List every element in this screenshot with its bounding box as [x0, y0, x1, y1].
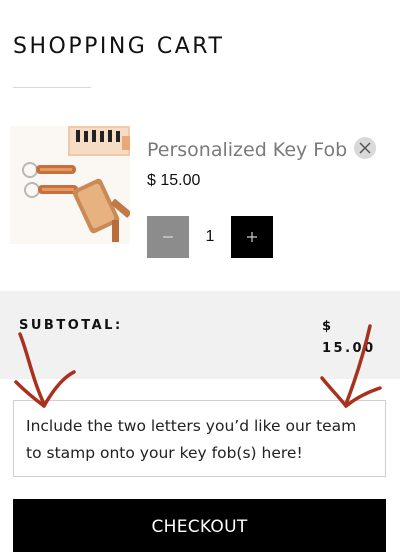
checkout-button[interactable]: CHECKOUT — [13, 499, 386, 552]
product-image[interactable] — [10, 126, 130, 244]
subtotal-amount: $ 15.00 — [322, 316, 382, 360]
subtotal-value: 15.00 — [322, 341, 376, 356]
subtotal-currency: $ — [322, 319, 334, 334]
key-fob-product-photo-icon — [22, 126, 130, 242]
cart-note-text: Include the two letters you’d like our t… — [26, 417, 357, 462]
quantity-increase-button[interactable] — [231, 216, 273, 258]
checkout-label: CHECKOUT — [151, 517, 248, 537]
remove-item-button[interactable] — [354, 137, 376, 159]
plus-icon — [247, 232, 257, 242]
subtotal-label: SUBTOTAL: — [19, 318, 123, 333]
minus-icon — [163, 236, 173, 238]
quantity-decrease-button[interactable] — [147, 216, 189, 258]
cart-note-field[interactable]: Include the two letters you’d like our t… — [13, 400, 386, 477]
title-divider — [13, 87, 91, 88]
page-title: SHOPPING CART — [13, 34, 225, 59]
product-name[interactable]: Personalized Key Fob — [147, 139, 347, 161]
close-icon — [359, 142, 371, 154]
quantity-value[interactable]: 1 — [189, 216, 231, 258]
product-price: $ 15.00 — [147, 172, 201, 189]
